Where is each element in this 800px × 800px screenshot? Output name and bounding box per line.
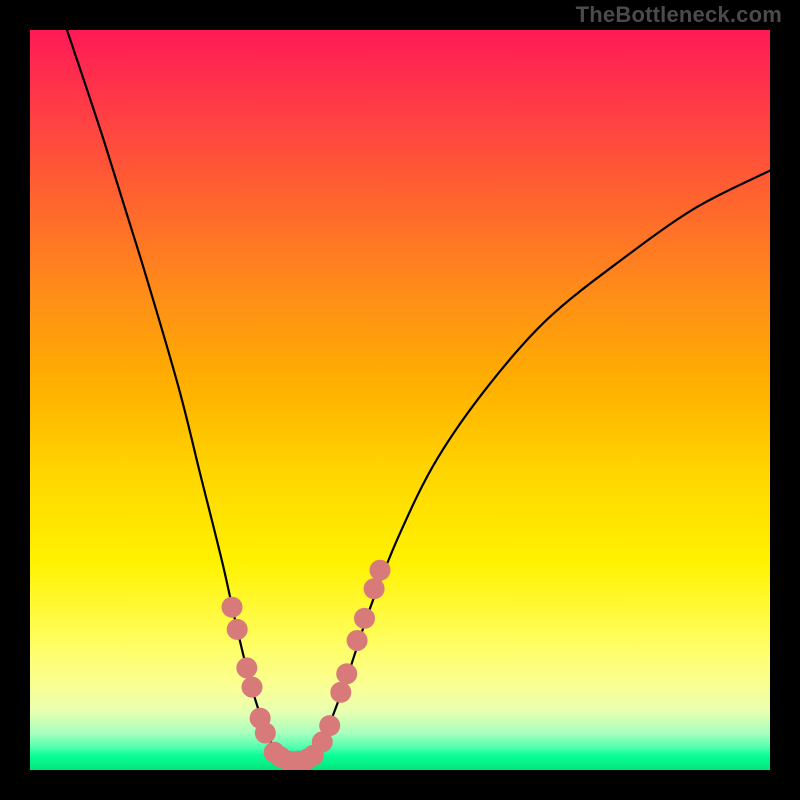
- marker-dot: [319, 715, 340, 736]
- marker-dot: [364, 578, 385, 599]
- marker-dot: [336, 663, 357, 684]
- marker-dot: [222, 597, 243, 618]
- marker-dot: [347, 630, 368, 651]
- marker-dot: [330, 682, 351, 703]
- bottleneck-curve: [67, 30, 770, 762]
- marker-dot: [255, 723, 276, 744]
- watermark-text: TheBottleneck.com: [576, 2, 782, 28]
- curve-group: [67, 30, 770, 762]
- chart-container: TheBottleneck.com: [0, 0, 800, 800]
- marker-dot: [236, 657, 257, 678]
- marker-dot: [227, 619, 248, 640]
- plot-area: [30, 30, 770, 770]
- marker-group: [222, 560, 391, 770]
- marker-dot: [354, 608, 375, 629]
- marker-dot: [242, 677, 263, 698]
- marker-dot: [370, 560, 391, 581]
- curve-svg: [30, 30, 770, 770]
